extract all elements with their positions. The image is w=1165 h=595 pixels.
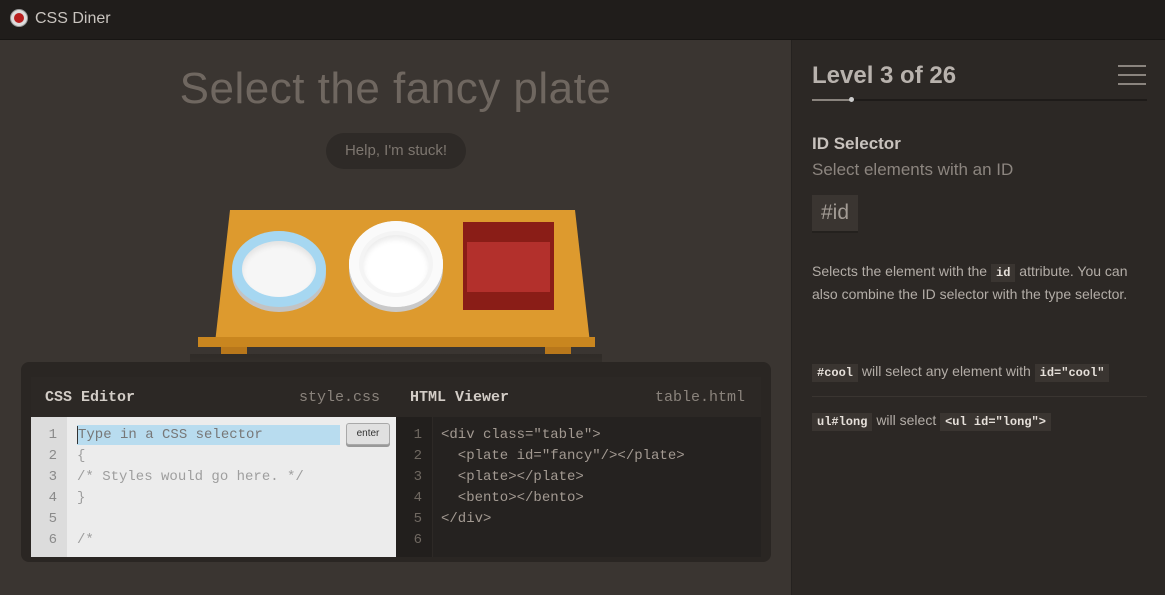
html-code-line[interactable]: <div class="table"> (441, 425, 601, 446)
table-edge (198, 337, 595, 347)
fancy-plate[interactable] (232, 231, 326, 307)
hamburger-menu-icon[interactable] (1118, 65, 1146, 87)
tomato-logo-icon (10, 9, 28, 27)
enter-button[interactable]: enter (346, 423, 390, 445)
help-button[interactable]: Help, I'm stuck! (326, 133, 466, 169)
sidebar: Level 3 of 26 ID Selector Select element… (791, 40, 1165, 595)
bento-inner (467, 242, 550, 292)
level-instruction: Select the fancy plate (179, 64, 612, 113)
fancy-plate-inner (242, 241, 316, 297)
inline-code: id (991, 264, 1016, 282)
css-code-line: /* (77, 532, 94, 548)
selector-description: Select elements with an ID (812, 160, 1014, 179)
example-code: ul#long (812, 413, 873, 431)
example-code: id="cool" (1034, 364, 1110, 382)
text-caret (77, 426, 78, 444)
line-number: 6 (413, 532, 422, 548)
explanation-text: Selects the element with the (812, 263, 991, 279)
line-number: 6 (48, 532, 57, 548)
css-selector-input[interactable] (77, 425, 340, 445)
html-viewer: 1 2 3 4 5 6 <div class="table"> <plate i… (396, 417, 761, 557)
line-number: 3 (48, 469, 57, 485)
line-number: 5 (413, 511, 422, 527)
css-code-line: { (77, 448, 86, 464)
line-number: 5 (48, 511, 57, 527)
html-viewer-filename: table.html (654, 389, 745, 406)
example-code: #cool (812, 364, 859, 382)
plain-plate-inner (363, 235, 429, 293)
top-bar: CSS Diner (0, 0, 1165, 40)
divider (812, 396, 1147, 397)
html-viewer-header: HTML Viewer table.html (396, 377, 761, 417)
selector-explanation: Selects the element with the id attribut… (812, 260, 1152, 306)
css-editor-header: CSS Editor style.css (31, 377, 396, 417)
line-number: 1 (413, 427, 422, 443)
line-number: 4 (48, 490, 57, 506)
line-number: 1 (48, 427, 57, 443)
html-gutter: 1 2 3 4 5 6 (396, 417, 433, 557)
html-code-line[interactable]: <bento></bento> (441, 488, 584, 509)
selector-syntax: #id (812, 195, 859, 233)
selector-name: ID Selector (812, 134, 901, 153)
html-viewer-title: HTML Viewer (410, 389, 510, 406)
line-number: 2 (48, 448, 57, 464)
html-code-line[interactable]: <plate></plate> (441, 467, 584, 488)
css-editor: 1 2 3 4 5 6 enter { /* Styles would go h… (31, 417, 396, 557)
css-code-line: /* Styles would go here. */ (77, 469, 304, 485)
line-number: 4 (413, 490, 422, 506)
example-text: will select any element with (861, 363, 1031, 379)
plain-plate[interactable] (349, 221, 443, 307)
example-code: <ul id="long"> (940, 413, 1051, 431)
line-number: 3 (413, 469, 422, 485)
example-text: will select (876, 412, 937, 428)
css-gutter: 1 2 3 4 5 6 (31, 417, 67, 557)
level-indicator: Level 3 of 26 (812, 62, 957, 89)
css-editor-filename: style.css (298, 389, 380, 406)
example-row: #cool will select any element with id="c… (812, 361, 1110, 382)
app-title: CSS Diner (35, 10, 111, 27)
level-progress-track (812, 99, 1147, 101)
bento-box[interactable] (463, 222, 554, 310)
css-code-line: } (77, 490, 86, 506)
example-row: ul#long will select <ul id="long"> (812, 410, 1051, 431)
html-code-line[interactable]: <plate id="fancy"/></plate> (441, 446, 685, 467)
table-leg-right (545, 347, 571, 354)
line-number: 2 (413, 448, 422, 464)
css-editor-title: CSS Editor (45, 389, 136, 406)
level-progress-fill (812, 99, 851, 101)
table-leg-left (221, 347, 247, 354)
html-code-line: </div> (441, 511, 492, 527)
level-progress-marker (849, 97, 854, 102)
